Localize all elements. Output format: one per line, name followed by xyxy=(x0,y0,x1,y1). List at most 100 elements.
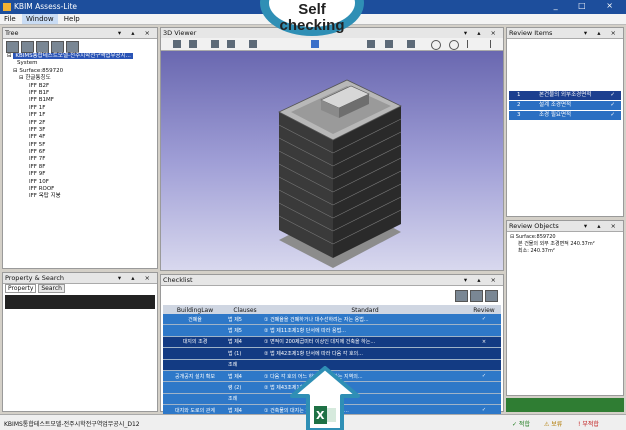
window-controls[interactable]: _ □ × xyxy=(554,1,622,10)
view-tool-icon[interactable] xyxy=(173,40,181,48)
checklist-clause: 조례 xyxy=(227,393,263,406)
checklist-clause: 법 제4 xyxy=(227,370,263,383)
zoom-out-icon[interactable] xyxy=(449,40,459,50)
viewer-3d-panel[interactable]: 3D Viewer ▾ ▴ × xyxy=(160,27,504,271)
zoom-in-icon[interactable] xyxy=(431,40,441,50)
tree-item[interactable]: IFF B1MF xyxy=(5,97,133,104)
checklist-title: Checklist ▾ ▴ × xyxy=(161,275,503,286)
property-panel-controls[interactable]: ▾ ▴ × xyxy=(118,273,154,283)
tree-item[interactable]: IFF 6F xyxy=(5,149,133,156)
view-tool-icon[interactable] xyxy=(249,40,257,48)
tree-item[interactable]: IFF 7F xyxy=(5,156,133,163)
self-checking-label: Self checking xyxy=(279,1,345,34)
menu-window[interactable]: Window xyxy=(21,14,58,24)
view-tool-icon[interactable] xyxy=(311,40,319,48)
checklist-law: 대지의 조경 xyxy=(163,336,227,349)
tree-panel-controls[interactable]: ▾ ▴ × xyxy=(118,28,154,38)
review-object-item[interactable]: 최소: 240.37m² xyxy=(510,248,595,255)
tree-item[interactable]: System xyxy=(5,60,133,67)
viewer-controls[interactable]: ▾ ▴ × xyxy=(464,28,500,38)
checklist-row[interactable]: 대지의 조경 법 제4 ① 면적이 200제곱미터 이상인 대지에 건축을 하는..… xyxy=(163,336,501,349)
checklist-row[interactable]: 건폐율 법 제5 ① 건폐율을 건폐하거나 대수선하려는 자는 용법... ✓ xyxy=(163,314,501,326)
review-object-list: ⊟ Surface:859720 본 건물의 외부 조경면적 240.37m² … xyxy=(510,234,595,255)
checklist-review xyxy=(467,393,501,406)
checklist-row[interactable]: 법 (1) ② 법 제42조제1항 단서에 따라 다음 각 호의... xyxy=(163,347,501,360)
review-objects-panel: Review Objects ▾ ▴ × ⊟ Surface:859720 본 … xyxy=(506,220,624,396)
tree-tool-icon[interactable] xyxy=(6,41,19,53)
tree-tool-icon[interactable] xyxy=(36,41,49,53)
menu-file[interactable]: File xyxy=(0,14,20,24)
review-item-row[interactable]: 1 본건물의 외부조경면적 ✓ xyxy=(509,91,621,100)
checklist-law xyxy=(163,393,227,406)
checklist-review xyxy=(467,324,501,337)
checklist-law xyxy=(163,381,227,394)
checklist-row[interactable]: 법 제5 ② 법 제11조제1항 단서에 따라 용법... xyxy=(163,324,501,337)
tree-item[interactable]: IFF 1F xyxy=(5,105,133,112)
tree-tool-icon[interactable] xyxy=(21,41,34,53)
tree-item[interactable]: IFF 5F xyxy=(5,142,133,149)
review-items-controls[interactable]: ▾ ▴ × xyxy=(584,28,620,38)
tree-panel-title: Tree ▾ ▴ × xyxy=(3,28,157,39)
checklist-review: ✓ xyxy=(467,370,501,383)
checklist-clause: 법 제4 xyxy=(227,336,263,349)
checklist-review xyxy=(467,359,501,371)
view-tool-icon[interactable] xyxy=(227,40,235,48)
export-icon[interactable] xyxy=(455,290,468,302)
tree-item[interactable]: IFF B2F xyxy=(5,83,133,90)
checklist-law: 건폐율 xyxy=(163,314,227,326)
checklist-law xyxy=(163,347,227,360)
checklist-clause: 령 (2) xyxy=(227,381,263,394)
tree-item[interactable]: ⊟ 한글통칭도 xyxy=(5,75,133,82)
checklist-law xyxy=(163,359,227,371)
review-item-row[interactable]: 3 조경 필요면적 ✓ xyxy=(509,111,621,120)
review-item-row[interactable]: 2 설계 조경면적 ✓ xyxy=(509,101,621,110)
legend-pass: ✓ 적합 xyxy=(512,421,530,428)
checklist-standard: ② 법 제42조제1항 단서에 따라 다음 각 호의... xyxy=(263,347,467,360)
view-tool-icon[interactable] xyxy=(189,40,197,48)
checklist-clause: 법 제5 xyxy=(227,324,263,337)
checklist-controls[interactable]: ▾ ▴ × xyxy=(464,275,500,285)
checklist-review: ✓ xyxy=(467,314,501,326)
view-tool-icon[interactable] xyxy=(211,40,219,48)
legend-strip xyxy=(506,398,624,412)
checklist-clause: 법 제5 xyxy=(227,314,263,326)
review-objects-title: Review Objects ▾ ▴ × xyxy=(507,221,623,232)
view-tool-icon[interactable] xyxy=(367,40,375,48)
tree-item[interactable]: IFF 3F xyxy=(5,127,133,134)
tree-item[interactable]: IFF B1F xyxy=(5,90,133,97)
measure-icon[interactable] xyxy=(467,40,491,48)
tree-item[interactable]: IFF 2F xyxy=(5,120,133,127)
review-objects-controls[interactable]: ▾ ▴ × xyxy=(584,221,620,231)
tab-property[interactable]: Property xyxy=(5,284,37,293)
checklist-standard: ① 면적이 200제곱미터 이상인 대지에 건축을 하는... xyxy=(263,336,467,349)
tree-item[interactable]: IFF 8F xyxy=(5,164,133,171)
view-tool-icon[interactable] xyxy=(385,40,393,48)
building-model xyxy=(278,79,402,268)
review-object-item[interactable]: ⊟ Surface:859720 xyxy=(510,234,595,241)
property-search-panel: Property & Search ▾ ▴ × Property Search xyxy=(2,272,158,412)
tree-item[interactable]: IFF 1F xyxy=(5,112,133,119)
checklist-standard: ② 법 제11조제1항 단서에 따라 용법... xyxy=(263,324,467,337)
tree-item[interactable]: IFF 10F xyxy=(5,179,133,186)
property-tabs: Property Search xyxy=(5,284,65,293)
review-items-panel: Review Items ▾ ▴ × 1 본건물의 외부조경면적 ✓ 2 설계 … xyxy=(506,27,624,217)
checklist-clause: 법 (1) xyxy=(227,347,263,360)
self-checking-badge: Self checking xyxy=(256,0,368,40)
review-object-item[interactable]: 본 건물의 외부 조경면적 240.37m² xyxy=(510,241,595,248)
print-icon[interactable] xyxy=(470,290,483,302)
tree-tool-icon[interactable] xyxy=(66,41,79,53)
legend-fail: ! 부적합 xyxy=(578,421,599,428)
tree-item[interactable]: IFF 4F xyxy=(5,134,133,141)
upload-arrow-icon: X xyxy=(290,366,360,430)
tree-item[interactable]: IFF 9F xyxy=(5,171,133,178)
tree-item[interactable]: ⊟ KBIMS통합테스트모델-전주시학전구역업무공시... xyxy=(5,53,133,60)
menu-help[interactable]: Help xyxy=(60,14,84,24)
report-icon[interactable] xyxy=(485,290,498,302)
view-tool-icon[interactable] xyxy=(407,40,415,48)
tab-search[interactable]: Search xyxy=(38,284,65,293)
tree-item[interactable]: IFF ROOF xyxy=(5,186,133,193)
tree-item[interactable]: IFF 옥탑 지붕 xyxy=(5,193,133,200)
property-header-field xyxy=(5,295,155,309)
checklist-standard: ① 건폐율을 건폐하거나 대수선하려는 자는 용법... xyxy=(263,314,467,326)
tree-tool-icon[interactable] xyxy=(51,41,64,53)
